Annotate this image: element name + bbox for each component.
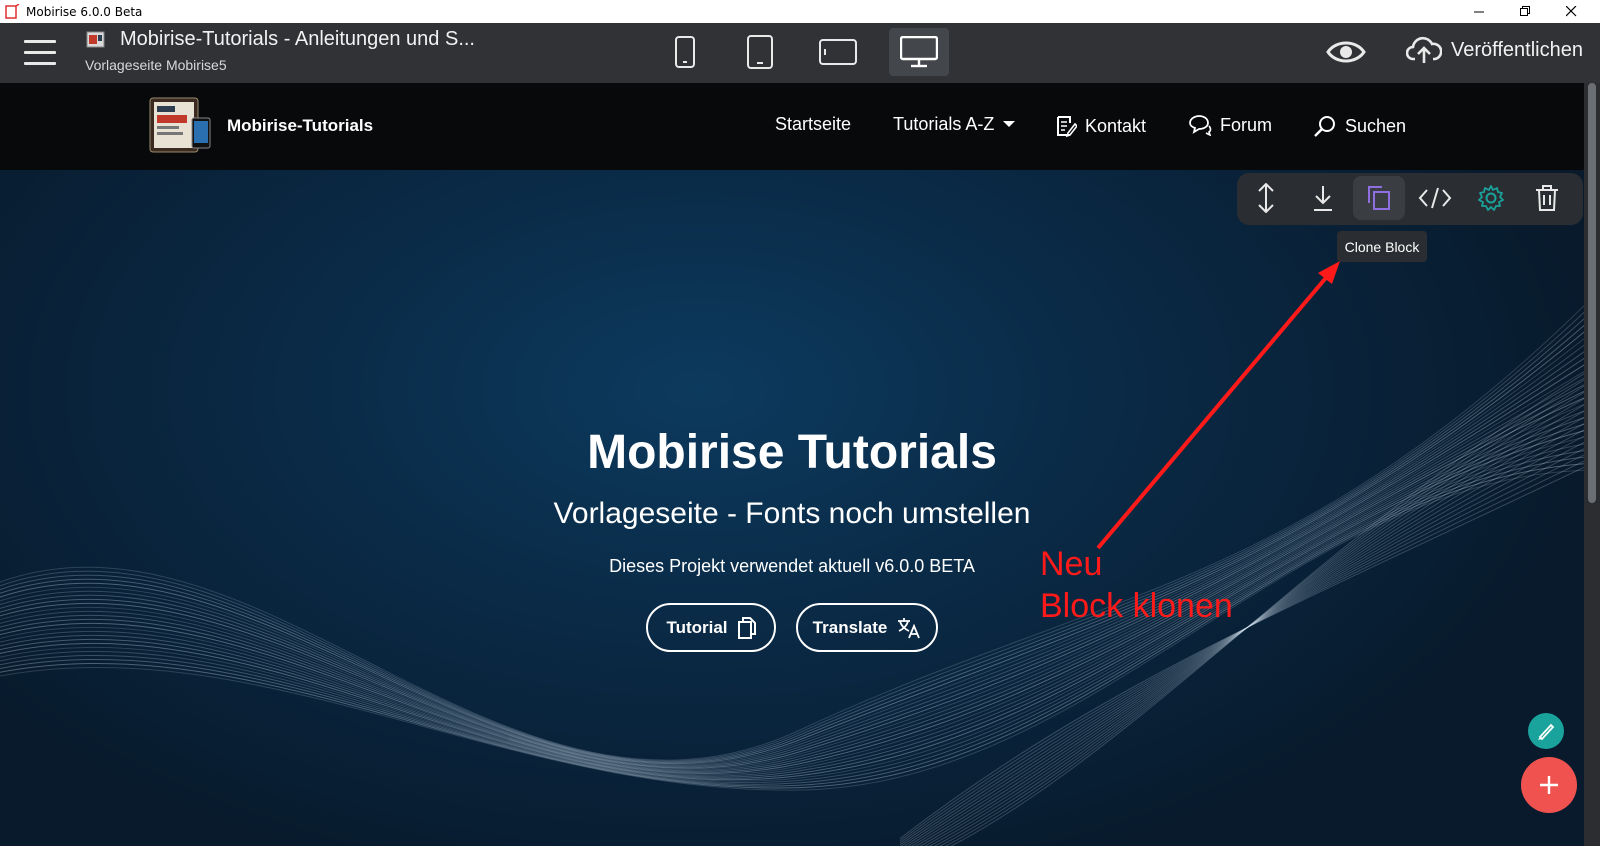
restore-icon (1519, 6, 1530, 16)
window-titlebar: Mobirise 6.0.0 Beta (0, 0, 1600, 23)
brush-icon (1538, 723, 1555, 741)
phone-icon (675, 36, 695, 68)
page-name: Vorlageseite Mobirise5 (85, 57, 227, 73)
annotation-text: Neu Block klonen (1040, 543, 1233, 627)
minimize-button[interactable] (1456, 0, 1502, 23)
mobirise-app-icon (5, 3, 20, 19)
publish-label: Veröffentlichen (1451, 38, 1583, 61)
plus-icon (1540, 776, 1558, 794)
desktop-monitor-icon (900, 36, 938, 68)
close-icon (1565, 6, 1576, 17)
annotation-line-1: Neu (1040, 545, 1103, 583)
scrollbar-thumb[interactable] (1588, 83, 1596, 503)
page-thumbnail-icon (86, 31, 105, 48)
tablet-landscape-icon (819, 39, 857, 65)
restore-button[interactable] (1502, 0, 1548, 23)
desktop-view-button[interactable] (889, 28, 949, 76)
close-button[interactable] (1548, 0, 1594, 23)
minimize-icon (1473, 11, 1484, 13)
preview-eye-icon[interactable] (1326, 39, 1366, 65)
tablet-view-button[interactable] (730, 28, 790, 76)
app-toolbar: Mobirise-Tutorials - Anleitungen und S..… (0, 23, 1600, 83)
style-brush-button[interactable] (1528, 713, 1564, 749)
page-preview: Mobirise-Tutorials Startseite Tutorials … (0, 83, 1584, 846)
add-block-button[interactable] (1521, 757, 1577, 813)
publish-button[interactable]: Veröffentlichen (1406, 35, 1583, 65)
annotation-arrow (1096, 261, 1340, 550)
tablet-landscape-view-button[interactable] (808, 28, 868, 76)
project-title[interactable]: Mobirise-Tutorials - Anleitungen und S..… (120, 28, 475, 51)
preview-scrollbar[interactable] (1584, 83, 1600, 846)
mobile-view-button[interactable] (655, 28, 715, 76)
annotation-line-2: Block klonen (1040, 587, 1233, 625)
window-title: Mobirise 6.0.0 Beta (26, 4, 143, 19)
menu-button[interactable] (24, 40, 56, 66)
tablet-icon (747, 35, 773, 69)
cloud-upload-icon (1406, 36, 1442, 63)
